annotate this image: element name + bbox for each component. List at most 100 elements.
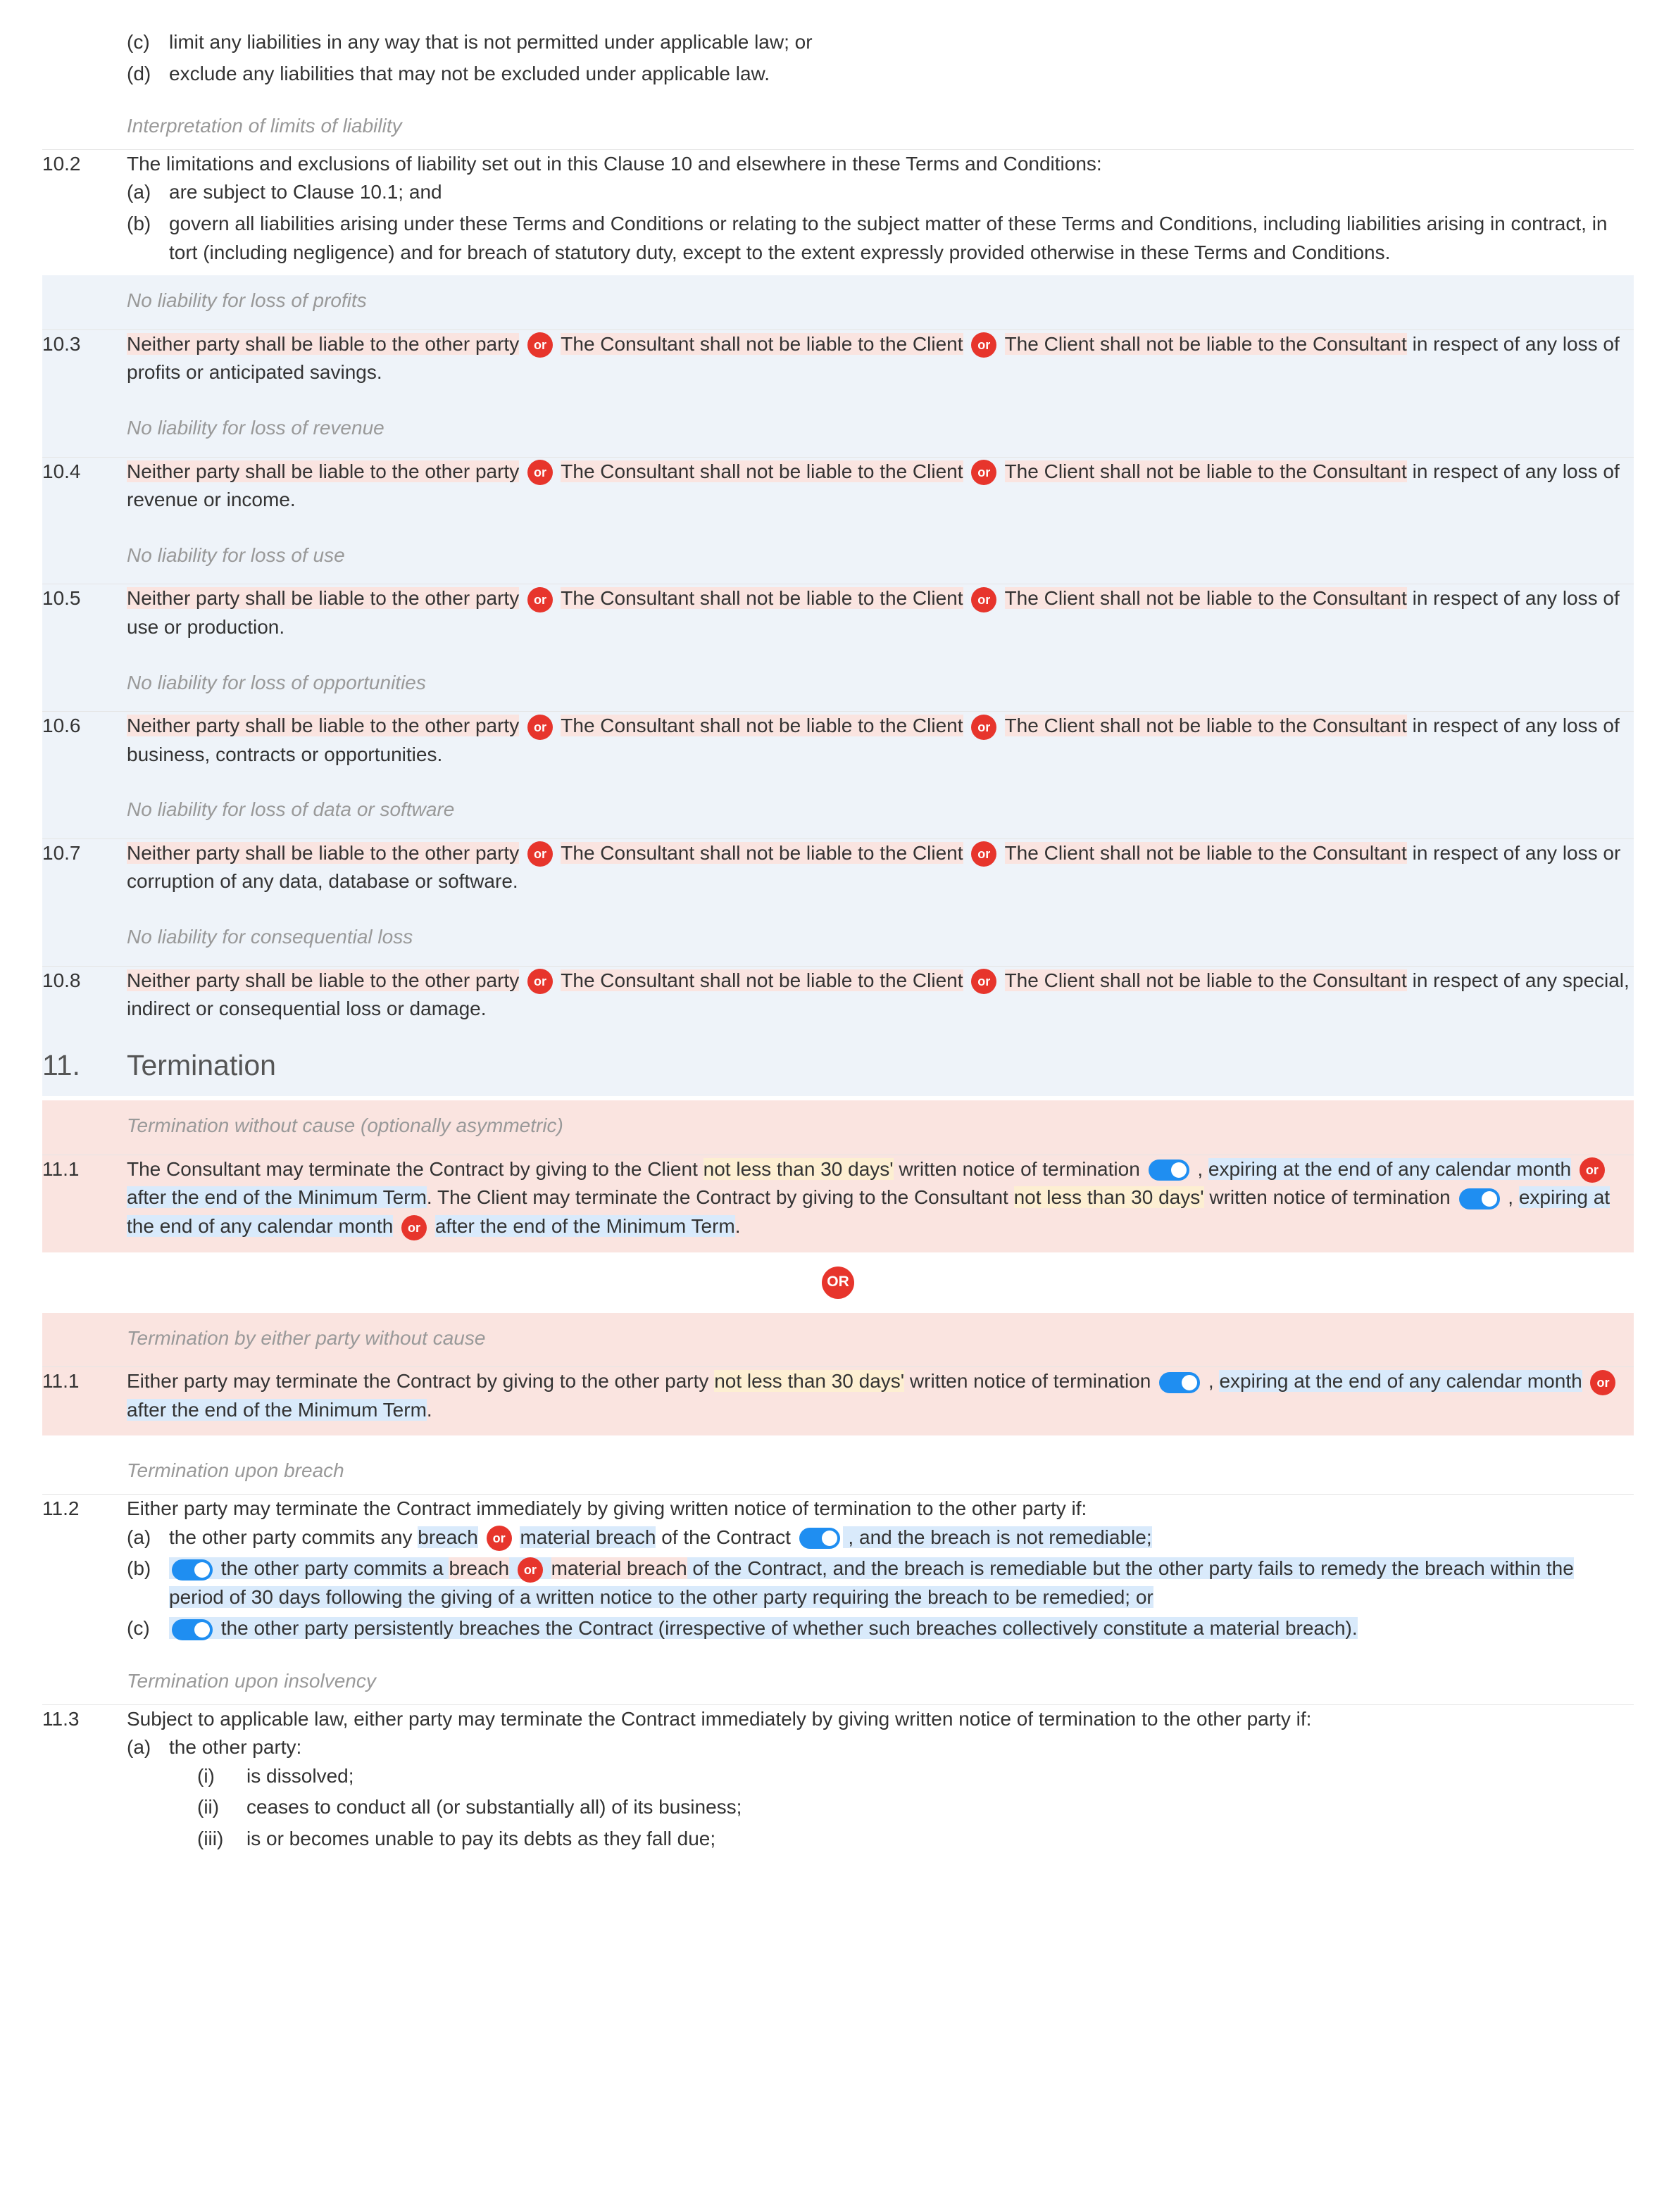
breach-option-1[interactable]: breach [449, 1557, 509, 1579]
notice-period-2[interactable]: not less than 30 days' [1014, 1186, 1204, 1208]
text: The Consultant may terminate the Contrac… [127, 1158, 703, 1180]
breach-option-2[interactable]: material breach [520, 1526, 656, 1548]
liability-option-1[interactable]: Neither party shall be liable to the oth… [127, 969, 519, 991]
clause-body: Neither party shall be liable to the oth… [127, 967, 1634, 1024]
breach-option-1[interactable]: breach [418, 1526, 478, 1548]
breach-option-2[interactable]: material breach [551, 1557, 687, 1579]
liability-option-1[interactable]: Neither party shall be liable to the oth… [127, 715, 519, 736]
liability-option-2[interactable]: The Consultant shall not be liable to th… [561, 333, 963, 355]
toggle-switch[interactable] [1149, 1160, 1189, 1181]
or-icon[interactable]: or [527, 841, 553, 867]
liability-option-1[interactable]: Neither party shall be liable to the oth… [127, 460, 519, 482]
or-icon[interactable]: or [527, 715, 553, 740]
expiry-option-calendar-month[interactable]: expiring at the end of any calendar mont… [1219, 1370, 1582, 1392]
sub-a: (a) are subject to Clause 10.1; and [127, 178, 1634, 207]
text: is dissolved; [246, 1762, 354, 1791]
clause-number: 10.7 [42, 839, 127, 896]
or-icon[interactable]: or [1590, 1370, 1615, 1395]
or-icon[interactable]: or [527, 460, 553, 485]
liability-option-3[interactable]: The Client shall not be liable to the Co… [1005, 842, 1407, 864]
toggle-switch[interactable] [1159, 1372, 1200, 1393]
clause-number: 10.4 [42, 458, 127, 515]
clause-10-2: 10.2 The limitations and exclusions of l… [42, 150, 1634, 270]
section-title: Termination [127, 1045, 276, 1086]
clause-c-d: (c) limit any liabilities in any way tha… [42, 28, 1634, 91]
liability-option-2[interactable]: The Consultant shall not be liable to th… [561, 460, 963, 482]
clause-body: Neither party shall be liable to the oth… [127, 584, 1634, 641]
liability-option-1[interactable]: Neither party shall be liable to the oth… [127, 333, 519, 355]
liability-option-3[interactable]: The Client shall not be liable to the Co… [1005, 460, 1407, 482]
liability-option-2[interactable]: The Consultant shall not be liable to th… [561, 969, 963, 991]
clause-number: 10.3 [42, 330, 127, 387]
or-icon[interactable]: or [527, 969, 553, 994]
or-icon[interactable]: or [971, 460, 996, 485]
clause-10-3: 10.3 Neither party shall be liable to th… [42, 330, 1634, 387]
sub-iii: (iii) is or becomes unable to pay its de… [197, 1825, 742, 1854]
subhead-interpretation: Interpretation of limits of liability [42, 112, 1634, 141]
or-icon[interactable]: or [518, 1557, 543, 1583]
expiry-option-minimum-term-1[interactable]: after the end of the Minimum Term [127, 1186, 427, 1208]
or-icon[interactable]: or [1580, 1157, 1605, 1183]
remediable-tail[interactable]: , and the breach is not remediable; [843, 1526, 1152, 1548]
section-11-head-block: 11. Termination [42, 1035, 1634, 1096]
liability-option-2[interactable]: The Consultant shall not be liable to th… [561, 715, 963, 736]
marker: (c) [127, 1614, 169, 1643]
optional-clause-wrap[interactable]: the other party persistently breaches th… [169, 1617, 1358, 1639]
or-separator-icon[interactable]: OR [822, 1267, 854, 1299]
notice-period[interactable]: not less than 30 days' [714, 1370, 904, 1392]
clause-number: 10.6 [42, 712, 127, 769]
text: , [1192, 1158, 1208, 1180]
expiry-option-minimum-term[interactable]: after the end of the Minimum Term [127, 1399, 427, 1421]
or-icon[interactable]: or [971, 332, 996, 358]
marker: (d) [127, 60, 169, 89]
marker: (b) [127, 1554, 169, 1611]
marker: (b) [127, 210, 169, 267]
liability-option-3[interactable]: The Client shall not be liable to the Co… [1005, 969, 1407, 991]
liability-option-3[interactable]: The Client shall not be liable to the Co… [1005, 333, 1407, 355]
liability-option-1[interactable]: Neither party shall be liable to the oth… [127, 842, 519, 864]
liability-option-3[interactable]: The Client shall not be liable to the Co… [1005, 587, 1407, 609]
clause-11-3: 11.3 Subject to applicable law, either p… [42, 1705, 1634, 1859]
liability-option-2[interactable]: The Consultant shall not be liable to th… [561, 842, 963, 864]
expiry-option-calendar-month-1[interactable]: expiring at the end of any calendar mont… [1208, 1158, 1571, 1180]
liability-option-3[interactable]: The Client shall not be liable to the Co… [1005, 715, 1407, 736]
or-icon[interactable]: or [971, 587, 996, 612]
text: of the Contract [656, 1526, 796, 1548]
liability-option-1[interactable]: Neither party shall be liable to the oth… [127, 587, 519, 609]
clause-body: The Consultant may terminate the Contrac… [127, 1155, 1634, 1241]
or-icon[interactable]: or [971, 969, 996, 994]
sub-i: (i) is dissolved; [197, 1762, 742, 1791]
marker: (ii) [197, 1793, 246, 1822]
toggle-switch[interactable] [172, 1619, 213, 1640]
expiry-option-minimum-term-2[interactable]: after the end of the Minimum Term [435, 1215, 735, 1237]
toggle-switch[interactable] [172, 1559, 213, 1581]
clause-number: 10.8 [42, 967, 127, 1024]
clause-body: Neither party shall be liable to the oth… [127, 458, 1634, 515]
toggle-switch[interactable] [799, 1528, 840, 1549]
text: the other party commits any breach or ma… [169, 1523, 1152, 1552]
subhead-data: No liability for loss of data or softwar… [127, 796, 1634, 824]
or-icon[interactable]: or [971, 841, 996, 867]
clause-10-8: 10.8 Neither party shall be liable to th… [42, 967, 1634, 1024]
liability-option-2[interactable]: The Consultant shall not be liable to th… [561, 587, 963, 609]
clause-number: 11.1 [42, 1155, 127, 1241]
or-icon[interactable]: or [401, 1215, 427, 1240]
clause-number: 11.2 [42, 1495, 127, 1646]
or-icon[interactable]: or [487, 1526, 512, 1551]
sub-b: (b) the other party commits a breach or … [127, 1554, 1634, 1611]
subhead-consequential: No liability for consequential loss [127, 923, 1634, 952]
or-icon[interactable]: or [527, 587, 553, 612]
or-icon[interactable]: or [971, 715, 996, 740]
text: . [427, 1399, 432, 1421]
notice-period-1[interactable]: not less than 30 days' [703, 1158, 894, 1180]
clause-body: Either party may terminate the Contract … [127, 1367, 1634, 1424]
section-11-heading: 11. Termination [42, 1035, 1634, 1096]
optional-clause-wrap[interactable]: the other party commits a breach or mate… [169, 1557, 1574, 1608]
subhead-termination-breach: Termination upon breach [42, 1457, 1634, 1485]
text: written notice of termination [1204, 1186, 1456, 1208]
section-number: 11. [42, 1045, 127, 1086]
or-icon[interactable]: or [527, 332, 553, 358]
subhead-profits: No liability for loss of profits [127, 287, 1634, 315]
text: , [1203, 1370, 1219, 1392]
toggle-switch[interactable] [1459, 1188, 1500, 1209]
